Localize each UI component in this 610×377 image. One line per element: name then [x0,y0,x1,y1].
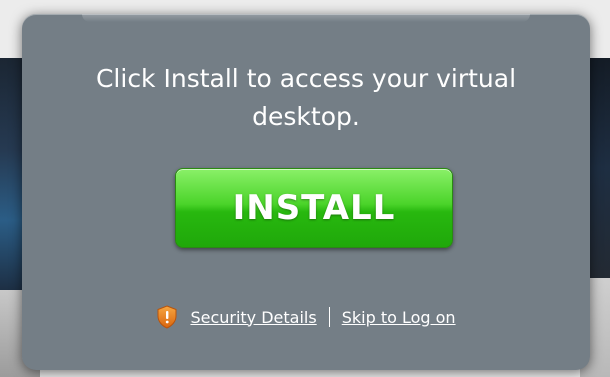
install-dialog: Click Install to access your virtual des… [22,14,590,370]
install-button[interactable]: INSTALL [175,168,453,248]
shield-warning-icon [156,305,178,329]
security-details-link[interactable]: Security Details [190,308,316,327]
skip-to-log-on-link[interactable]: Skip to Log on [342,308,456,327]
link-separator [328,307,330,327]
screen: Click Install to access your virtual des… [0,0,610,377]
install-message: Click Install to access your virtual des… [95,64,517,131]
footer-links: Security Details Skip to Log on [22,304,590,330]
